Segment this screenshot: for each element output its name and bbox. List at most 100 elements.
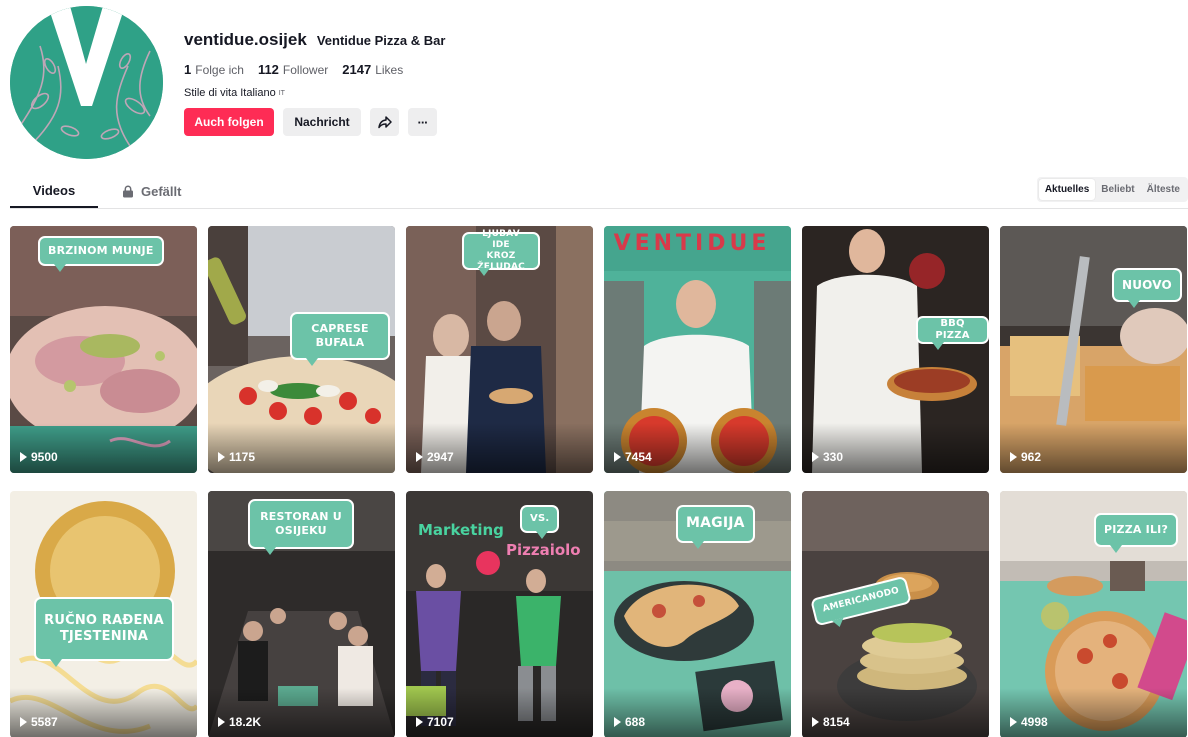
- thumbnail-shade: [406, 423, 593, 473]
- marketing-label: Marketing: [418, 521, 504, 539]
- thumbnail-shade: [208, 423, 395, 473]
- profile-stats: 1 Folge ich 112 Follower 2147 Likes: [184, 62, 445, 77]
- share-icon: [377, 116, 392, 129]
- video-caption: MAGIJA: [676, 505, 755, 549]
- view-count-value: 1175: [229, 450, 256, 464]
- share-button[interactable]: [370, 108, 399, 136]
- video-card[interactable]: LJUBAV IDE KROZ ŽELUDAC 2947: [406, 226, 593, 473]
- stat-following-label: Folge ich: [195, 63, 244, 77]
- follow-button[interactable]: Auch folgen: [184, 108, 274, 136]
- video-caption: RUČNO RAĐENA TJESTENINA: [34, 597, 174, 667]
- view-count-value: 2947: [427, 450, 454, 464]
- video-card[interactable]: PIZZA ILI? 4998: [1000, 491, 1187, 737]
- play-icon: [20, 452, 27, 462]
- view-count: 962: [1010, 450, 1041, 464]
- sort-latest[interactable]: Aktuelles: [1038, 179, 1096, 200]
- view-count: 2947: [416, 450, 454, 464]
- play-icon: [20, 717, 27, 727]
- tab-videos[interactable]: Videos: [10, 174, 98, 208]
- view-count: 1175: [218, 450, 255, 464]
- view-count-value: 8154: [823, 715, 850, 729]
- profile-tabs: Videos Gefällt Aktuelles Beliebt Älteste: [10, 174, 1188, 209]
- more-button[interactable]: ···: [408, 108, 437, 136]
- video-caption: BRZINOM MUNJE: [38, 236, 164, 272]
- video-card[interactable]: MAGIJA 688: [604, 491, 791, 737]
- video-card[interactable]: VENTIDUE 7454: [604, 226, 791, 473]
- view-count: 7107: [416, 715, 454, 729]
- thumbnail-shade: [208, 688, 395, 737]
- stat-followers[interactable]: 112 Follower: [258, 62, 328, 77]
- thumbnail-shade: [802, 688, 989, 737]
- play-icon: [812, 452, 819, 462]
- profile-actions: Auch folgen Nachricht ···: [184, 108, 445, 136]
- video-grid: BRZINOM MUNJE 9500 CAPRESE BUFALA 1175 L…: [10, 226, 1188, 737]
- thumbnail-shade: [604, 423, 791, 473]
- video-caption: NUOVO: [1112, 268, 1182, 308]
- video-card[interactable]: Marketing VS. Pizzaiolo 7107: [406, 491, 593, 737]
- tab-videos-label: Videos: [32, 182, 76, 198]
- thumbnail-shade: [802, 423, 989, 473]
- view-count-value: 7454: [625, 450, 652, 464]
- view-count-value: 330: [823, 450, 844, 464]
- view-count: 5587: [20, 715, 58, 729]
- view-count: 18.2K: [218, 715, 261, 729]
- video-card[interactable]: RESTORAN U OSIJEKU 18.2K: [208, 491, 395, 737]
- view-count-value: 9500: [31, 450, 58, 464]
- video-caption: BBQ PIZZA: [916, 316, 989, 350]
- more-icon: ···: [417, 114, 429, 130]
- bio-language-badge: IT: [278, 89, 285, 97]
- video-card[interactable]: RUČNO RAĐENA TJESTENINA 5587: [10, 491, 197, 737]
- video-card[interactable]: CAPRESE BUFALA 1175: [208, 226, 395, 473]
- tab-liked-label: Gefällt: [141, 183, 182, 199]
- lock-icon: [123, 185, 133, 197]
- thumbnail-shade: [10, 423, 197, 473]
- view-count-value: 4998: [1021, 715, 1048, 729]
- stat-likes: 2147 Likes: [342, 62, 403, 77]
- avatar[interactable]: [10, 6, 163, 159]
- play-icon: [218, 452, 225, 462]
- view-count-value: 18.2K: [229, 715, 262, 729]
- profile-info: ventidue.osijek Ventidue Pizza & Bar 1 Fo…: [184, 30, 445, 136]
- thumbnail-shade: [10, 688, 197, 737]
- video-card[interactable]: AMERICANODO 8154: [802, 491, 989, 737]
- stat-followers-count: 112: [257, 62, 279, 77]
- thumbnail-shade: [604, 688, 791, 737]
- tab-liked[interactable]: Gefällt: [122, 174, 181, 208]
- username: ventidue.osijek: [184, 30, 307, 49]
- play-icon: [416, 717, 423, 727]
- video-caption: CAPRESE BUFALA: [290, 312, 390, 366]
- view-count: 688: [614, 715, 645, 729]
- play-icon: [614, 717, 621, 727]
- message-button[interactable]: Nachricht: [283, 108, 361, 136]
- view-count-value: 5587: [31, 715, 58, 729]
- play-icon: [812, 717, 819, 727]
- view-count-value: 962: [1021, 450, 1042, 464]
- ventidue-logo: [10, 6, 163, 159]
- sort-popular[interactable]: Beliebt: [1095, 179, 1140, 200]
- view-count: 9500: [20, 450, 58, 464]
- thumbnail-shade: [406, 688, 593, 737]
- play-icon: [1010, 717, 1017, 727]
- pizzaiolo-label: Pizzaiolo: [506, 541, 581, 559]
- thumbnail-shade: [1000, 688, 1187, 737]
- view-count: 4998: [1010, 715, 1048, 729]
- nickname: Ventidue Pizza & Bar: [316, 33, 446, 48]
- stat-following-count: 1: [184, 62, 192, 77]
- sort-toggle: Aktuelles Beliebt Älteste: [1036, 177, 1188, 202]
- stat-following[interactable]: 1 Folge ich: [184, 62, 244, 77]
- video-caption: VS.: [520, 505, 560, 539]
- video-caption: RESTORAN U OSIJEKU: [248, 499, 354, 555]
- video-caption: PIZZA ILI?: [1094, 513, 1179, 553]
- thumbnail-shade: [1000, 423, 1187, 473]
- view-count: 8154: [812, 715, 850, 729]
- play-icon: [614, 452, 621, 462]
- sort-oldest[interactable]: Älteste: [1141, 179, 1186, 200]
- video-card[interactable]: BRZINOM MUNJE 9500: [10, 226, 197, 473]
- bio: Stile di vita Italiano IT: [184, 87, 445, 99]
- video-caption: LJUBAV IDE KROZ ŽELUDAC: [462, 229, 540, 276]
- stat-followers-label: Follower: [282, 63, 329, 77]
- view-count-value: 7107: [427, 715, 454, 729]
- video-card[interactable]: NUOVO 962: [1000, 226, 1187, 473]
- video-card[interactable]: BBQ PIZZA 330: [802, 226, 989, 473]
- view-count: 330: [812, 450, 843, 464]
